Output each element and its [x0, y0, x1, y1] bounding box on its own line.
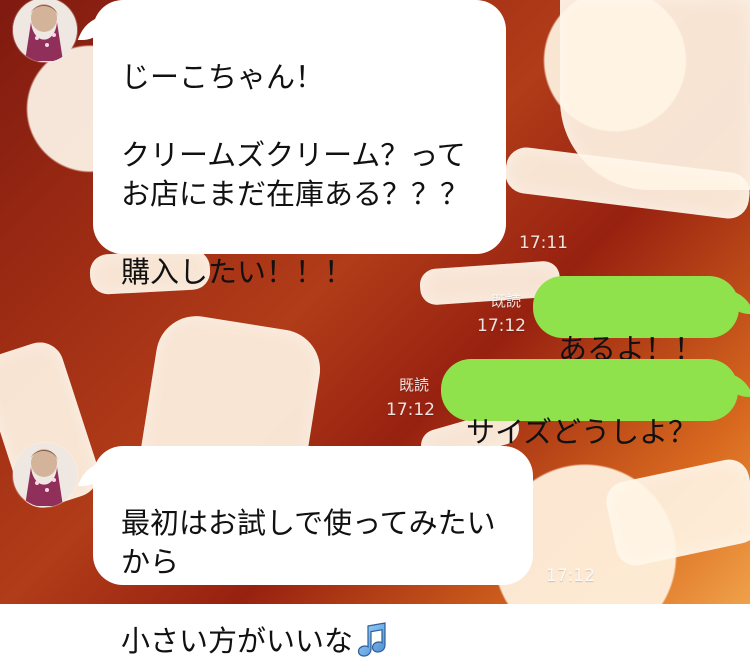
outgoing-message-bubble[interactable]: あるよ！！ [533, 276, 739, 366]
message-time: 17:12 [386, 400, 435, 420]
incoming-message-bubble[interactable]: 最初はお試しで使ってみたい から 小さい方がいいな [93, 446, 533, 658]
message-text: サイズどうしよ？ [466, 415, 698, 449]
read-status: 既読 [491, 292, 522, 310]
message-time: 17:12 [546, 566, 595, 586]
outgoing-message-bubble[interactable]: サイズどうしよ？ [441, 359, 738, 449]
message-text: 最初はお試しで使ってみたい から 小さい方がいいな [121, 506, 496, 658]
message-time: 17:11 [519, 233, 568, 253]
music-note-icon [357, 582, 391, 657]
incoming-message-bubble[interactable]: じーこちゃん！ クリームズクリーム？って お店にまだ在庫ある？？？ 購入したい！… [93, 0, 506, 289]
message-time: 17:12 [477, 316, 526, 336]
avatar[interactable] [13, 0, 77, 62]
avatar[interactable] [13, 443, 77, 507]
read-status: 既読 [399, 376, 430, 394]
